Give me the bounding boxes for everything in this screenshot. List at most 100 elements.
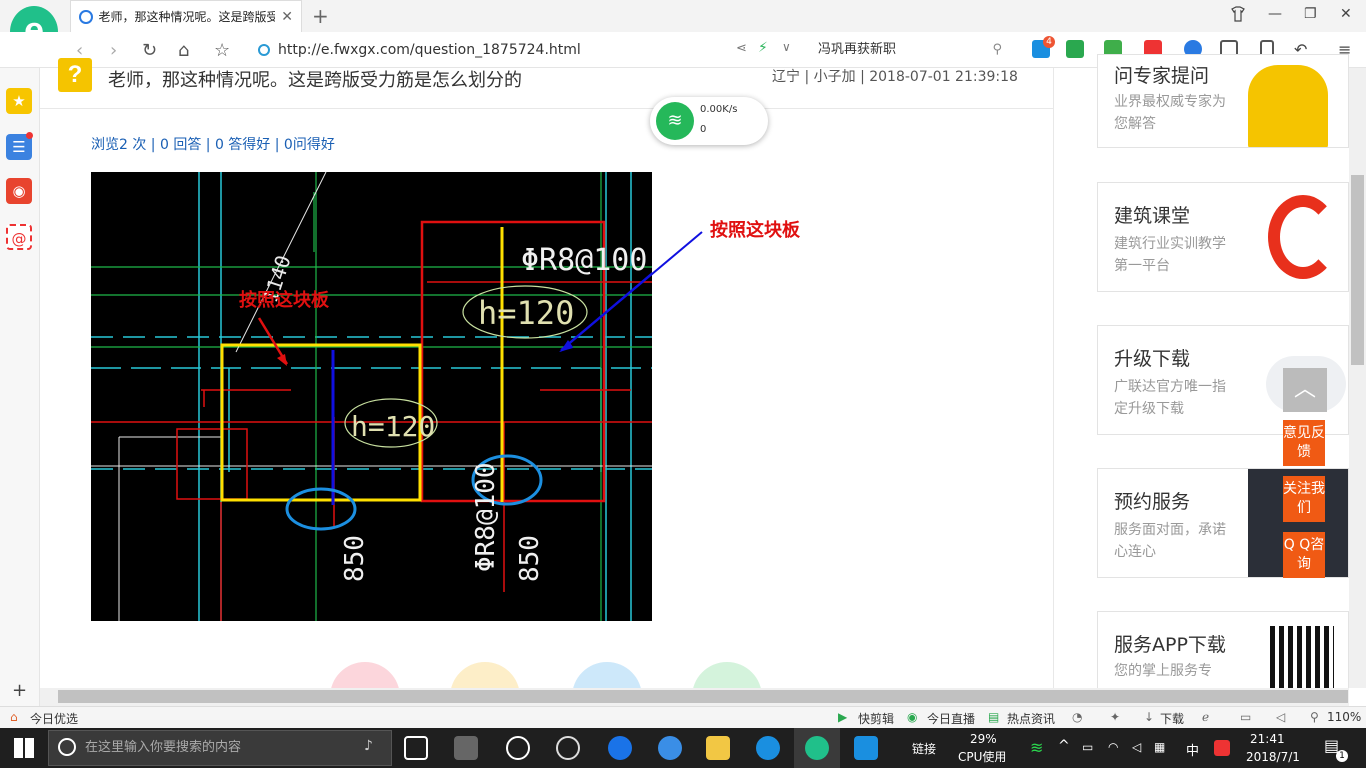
card-title: 建筑课堂: [1114, 205, 1191, 227]
live-icon: ◉: [907, 710, 918, 724]
card-sub: 服务面对面，承诺心连心: [1114, 522, 1226, 560]
search-input[interactable]: 冯巩再获新职 ⚲: [818, 38, 1008, 62]
weibo-icon[interactable]: ◉: [6, 178, 32, 204]
question-stats[interactable]: 浏览2 次 | 0 回答 | 0 答得好 | 0问得好: [91, 134, 335, 154]
feedback-button[interactable]: 意见反馈: [1283, 420, 1325, 466]
status-item-live[interactable]: 今日直播: [927, 710, 975, 727]
task-view-icon[interactable]: [404, 736, 428, 760]
volume-icon[interactable]: ◁: [1276, 710, 1285, 724]
badge: 4: [1043, 36, 1055, 48]
follow-button[interactable]: 关注我们: [1283, 476, 1325, 522]
vertical-scroll-thumb[interactable]: [1351, 175, 1364, 365]
security-shield-icon[interactable]: [1066, 40, 1084, 58]
gift-icon: ⌂: [10, 710, 18, 724]
new-tab-button[interactable]: +: [312, 4, 329, 28]
qq-consult-button[interactable]: Q Q咨询: [1283, 532, 1325, 578]
zoom-level[interactable]: 110%: [1327, 710, 1361, 724]
close-button[interactable]: ✕: [1340, 6, 1352, 22]
cad-label-red: 按照这块板: [239, 289, 330, 311]
share-icon[interactable]: ⋖: [736, 41, 747, 56]
card-sub: 广联达官方唯一指定升级下载: [1114, 379, 1226, 417]
wifi-tray-icon[interactable]: ≋: [1030, 738, 1043, 757]
speed-icon[interactable]: ◔: [1072, 710, 1082, 724]
vertical-scrollbar[interactable]: [1349, 68, 1366, 688]
side-bar: [0, 68, 40, 708]
ie-icon[interactable]: [658, 736, 682, 760]
window-icon[interactable]: ▭: [1240, 710, 1251, 724]
g-app-icon[interactable]: [756, 736, 780, 760]
status-item-news[interactable]: 热点资讯: [1007, 710, 1055, 727]
cad-label-blue: 按照这块板: [710, 220, 800, 241]
cad-rebar-vertical: ΦR8@100: [471, 462, 501, 572]
course-logo-icon: [1268, 195, 1338, 279]
card-title: 预约服务: [1114, 491, 1191, 513]
keyboard-icon[interactable]: ▦: [1154, 740, 1165, 754]
browser-mini-icon[interactable]: ℯ: [1202, 710, 1209, 724]
refresh-icon[interactable]: ↻: [142, 40, 157, 61]
cpu-label: CPU使用: [958, 750, 1007, 764]
card-expert[interactable]: 问专家提问 业界最权威专家为您解答: [1097, 54, 1349, 148]
card-sub: 建筑行业实训教学第一平台: [1114, 236, 1226, 274]
network-widget[interactable]: ≋ 0.00K/s 0: [650, 97, 768, 145]
horizontal-scroll-thumb[interactable]: [58, 690, 1348, 703]
taskbar-link-label[interactable]: 链接: [912, 740, 936, 757]
add-icon[interactable]: +: [12, 680, 27, 701]
microphone-icon[interactable]: ♪: [364, 738, 373, 754]
mail-icon[interactable]: @: [6, 224, 32, 250]
home-icon[interactable]: ⌂: [178, 40, 189, 61]
shirt-icon[interactable]: [1230, 6, 1246, 26]
status-today-pick[interactable]: 今日优选: [30, 710, 78, 727]
status-item-download[interactable]: 下载: [1160, 710, 1184, 727]
status-item-cut[interactable]: 快剪辑: [858, 710, 894, 727]
status-bar: ⌂ 今日优选 ▶ 快剪辑 ◉ 今日直播 ▤ 热点资讯 ◔ ✦ ↓ 下载 ℯ ▭ …: [0, 706, 1366, 728]
windows-start-icon[interactable]: [14, 738, 34, 758]
file-explorer-icon[interactable]: [706, 736, 730, 760]
cad-dim-2: 850: [515, 535, 545, 582]
cad-dim-1: 850: [340, 535, 370, 582]
net-speed: 0.00K/s: [700, 104, 738, 115]
card-course[interactable]: 建筑课堂 建筑行业实训教学第一平台: [1097, 182, 1349, 292]
url-text: http://e.fwxgx.com/question_1875724.html: [278, 42, 581, 58]
cpu-percent: 29%: [970, 732, 997, 746]
wifi-icon: ≋: [656, 102, 694, 140]
taskbar-search-input[interactable]: 在这里输入你要搜索的内容: [48, 730, 392, 766]
chevron-down-icon[interactable]: ∨: [782, 40, 791, 54]
tab-active[interactable]: 老师，那这种情况呢。这是跨版受 ✕: [70, 0, 302, 32]
forward-icon[interactable]: ›: [110, 40, 117, 61]
url-field[interactable]: http://e.fwxgx.com/question_1875724.html: [258, 38, 808, 62]
edge-icon[interactable]: [608, 736, 632, 760]
download-icon: ↓: [1144, 710, 1155, 724]
360-icon[interactable]: [556, 736, 580, 760]
zoom-icon: ⚲: [1310, 710, 1319, 724]
pinwheel-icon[interactable]: [454, 736, 478, 760]
lightning-icon[interactable]: ⚡: [758, 40, 768, 56]
sogou-icon[interactable]: [1214, 740, 1230, 756]
column-divider: [1053, 68, 1054, 688]
cut-icon: ▶: [838, 710, 848, 724]
network-tray-icon[interactable]: ◠: [1108, 740, 1118, 754]
favorites-icon[interactable]: ★: [6, 88, 32, 114]
clock-date[interactable]: 2018/7/1: [1246, 750, 1300, 764]
search-text: 冯巩再获新职: [818, 42, 897, 57]
question-meta: 辽宁 | 小子加 | 2018-07-01 21:39:18: [772, 69, 1018, 85]
back-to-top-button[interactable]: ︿: [1283, 368, 1327, 412]
maximize-button[interactable]: ❐: [1304, 6, 1317, 22]
card-app[interactable]: 服务APP下载 您的掌上服务专: [1097, 611, 1349, 691]
search-icon[interactable]: ⚲: [992, 38, 1002, 62]
notify-dot: [26, 132, 33, 139]
divider: [40, 108, 1053, 109]
tab-close-icon[interactable]: ✕: [281, 9, 293, 25]
star-icon[interactable]: ☆: [214, 40, 230, 61]
speaker-icon[interactable]: ◁: [1132, 740, 1141, 754]
browser-e-icon[interactable]: [506, 736, 530, 760]
clock-time[interactable]: 21:41: [1250, 732, 1285, 746]
ime-indicator[interactable]: 中: [1186, 740, 1199, 759]
cad-arrow-blue: [560, 231, 703, 352]
teamviewer-icon[interactable]: [854, 736, 878, 760]
battery-icon[interactable]: ▭: [1082, 740, 1093, 754]
active-browser-icon[interactable]: [805, 736, 829, 760]
card-sub: 您的掌上服务专: [1114, 663, 1212, 679]
tray-up-icon[interactable]: ^: [1058, 738, 1070, 754]
minimize-button[interactable]: —: [1268, 6, 1282, 22]
pin-icon[interactable]: ✦: [1110, 710, 1120, 724]
